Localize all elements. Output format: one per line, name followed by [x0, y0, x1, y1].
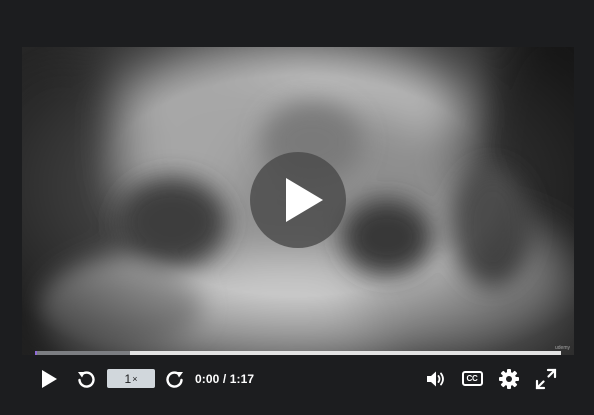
playback-speed-suffix: × — [132, 373, 138, 384]
big-play-button[interactable] — [250, 152, 346, 248]
captions-icon: CC — [461, 371, 483, 386]
play-button[interactable] — [36, 355, 62, 402]
control-bar: 1 × 0:00 / 1:17 CC — [22, 355, 574, 402]
volume-button[interactable] — [423, 355, 449, 402]
time-display: 0:00 / 1:17 — [195, 355, 254, 402]
settings-button[interactable] — [496, 355, 522, 402]
forward-button[interactable] — [163, 355, 187, 402]
time-separator: / — [219, 371, 230, 386]
play-icon — [286, 178, 323, 222]
play-icon — [42, 369, 57, 388]
playback-speed-button[interactable]: 1 × — [107, 369, 155, 388]
expand-icon — [535, 368, 557, 389]
volume-icon — [427, 371, 444, 386]
fullscreen-button[interactable] — [533, 355, 559, 402]
forward-icon — [166, 370, 183, 388]
playback-speed-label: 1 — [124, 371, 132, 386]
current-time: 0:00 — [195, 371, 220, 386]
video-player[interactable]: udemy 1 × 0:00 / 1:17 CC — [22, 47, 574, 402]
duration: 1:17 — [229, 371, 255, 386]
captions-button[interactable]: CC — [459, 355, 485, 402]
gear-icon — [499, 368, 519, 389]
rewind-icon — [78, 370, 95, 388]
rewind-button[interactable] — [74, 355, 98, 402]
